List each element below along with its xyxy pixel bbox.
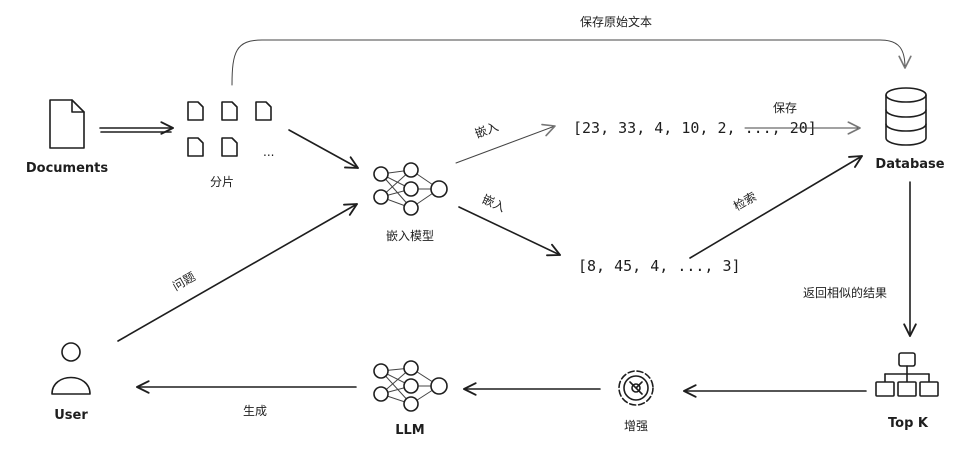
file-icon (187, 101, 272, 157)
label-question: 问题 (170, 269, 198, 293)
database-node: Database (875, 87, 945, 172)
label-embed-top: 嵌入 (473, 120, 500, 141)
label-save-original: 保存原始文本 (580, 14, 652, 29)
user-node: User (51, 342, 91, 423)
documents-node: Documents (26, 99, 109, 176)
edge-chunks-model (288, 129, 359, 169)
gear-icon (618, 370, 654, 406)
neural-network-icon (373, 360, 448, 412)
embed-model-node: 嵌入模型 (373, 162, 448, 243)
edge-save-original (231, 39, 912, 86)
chunks-ellipsis: ... (263, 145, 274, 159)
documents-label: Documents (26, 161, 109, 176)
augment-node: 增强 (618, 370, 654, 433)
llm-node: LLM (373, 360, 448, 438)
neural-network-icon (373, 162, 448, 216)
embed-model-label: 嵌入模型 (386, 229, 434, 243)
chunks-label: 分片 (210, 175, 234, 189)
user-label: User (54, 408, 88, 423)
user-icon (51, 342, 91, 395)
edge-user-model (117, 203, 358, 342)
label-embed-bottom: 嵌入 (480, 192, 508, 215)
label-save: 保存 (773, 101, 797, 115)
edge-model-queryvector (458, 206, 561, 257)
llm-label: LLM (395, 423, 425, 438)
diagram-svg: Documents ... 分片 嵌入模型 [23, 33, 4, 10, 2,… (26, 14, 945, 438)
topk-label: Top K (888, 416, 929, 431)
edge-model-docvector (455, 123, 556, 164)
database-icon (885, 87, 927, 146)
label-return-similar: 返回相似的结果 (803, 285, 887, 300)
edge-queryvector-database (689, 155, 863, 259)
query-vector: [8, 45, 4, ..., 3] (578, 257, 741, 275)
rag-diagram: Documents ... 分片 嵌入模型 [23, 33, 4, 10, 2,… (0, 0, 979, 466)
document-icon (49, 99, 85, 149)
label-retrieve: 检索 (731, 189, 759, 214)
chunks-node: ... 分片 (187, 101, 274, 189)
topk-node: Top K (875, 352, 939, 431)
database-label: Database (875, 157, 944, 172)
augment-label: 增强 (624, 419, 648, 433)
hierarchy-icon (875, 352, 939, 397)
label-generate: 生成 (243, 404, 267, 418)
